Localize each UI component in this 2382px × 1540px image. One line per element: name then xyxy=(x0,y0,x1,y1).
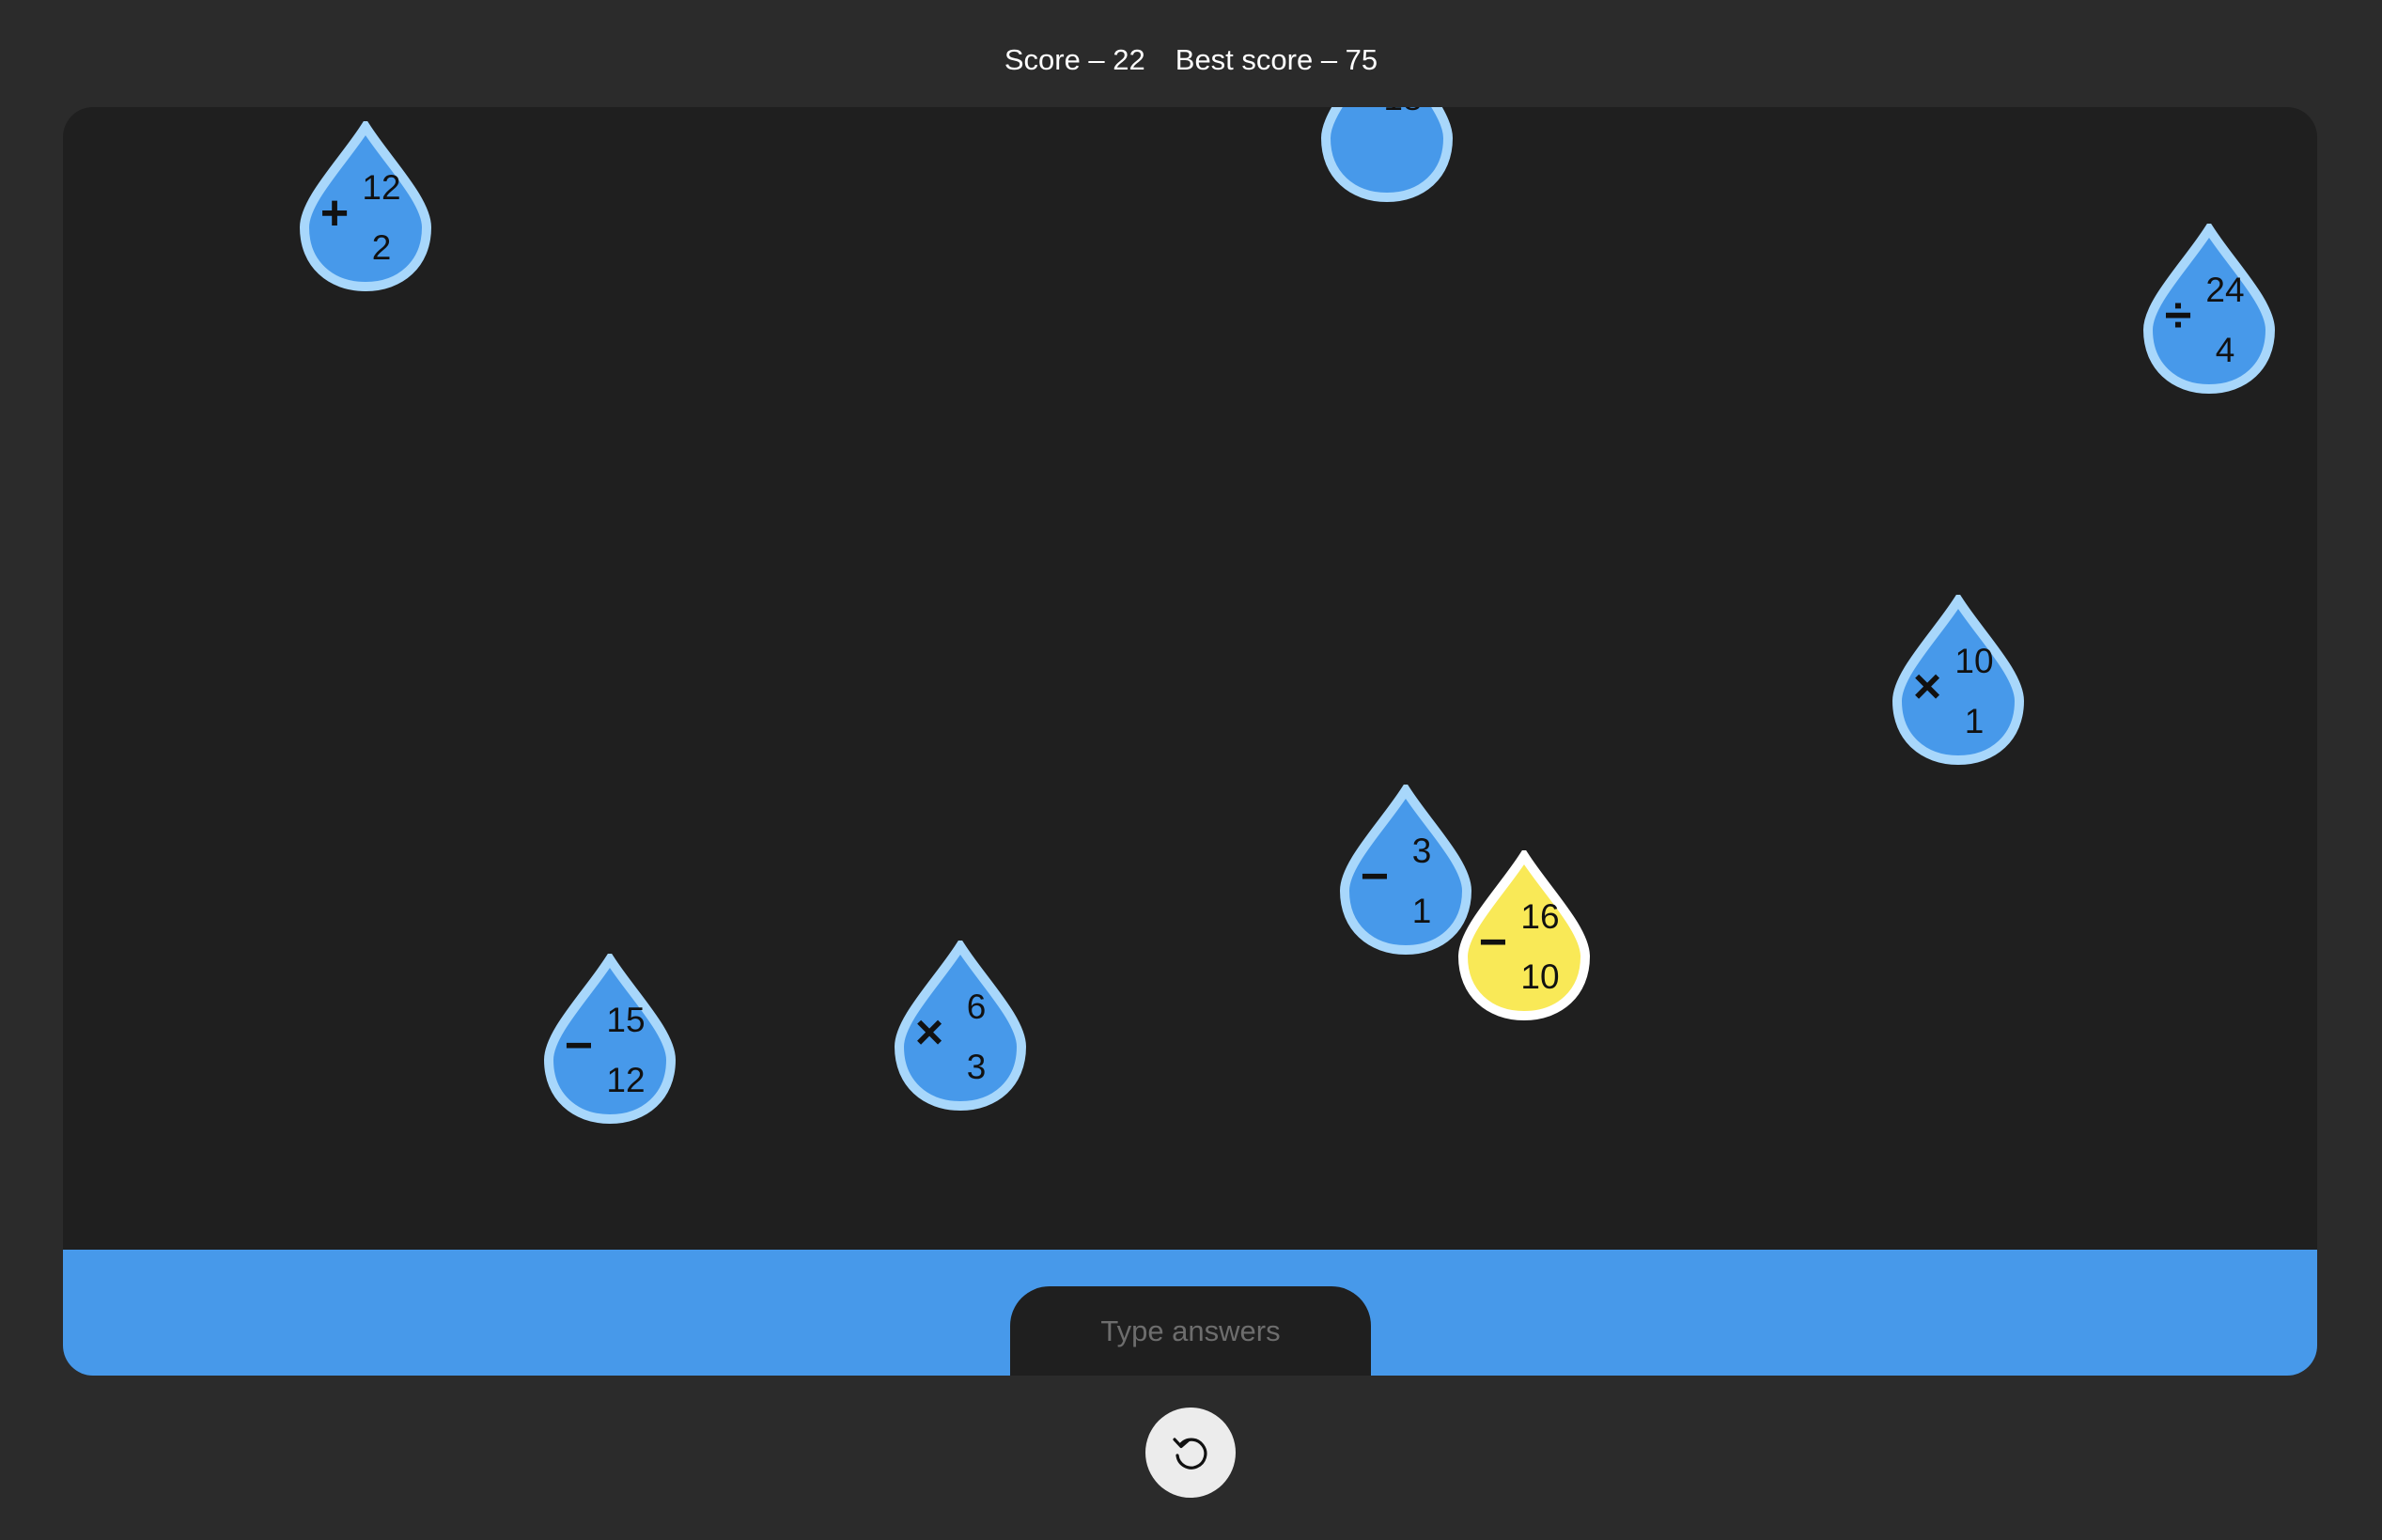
answer-input[interactable] xyxy=(1038,1301,1343,1361)
operator-symbol: ÷ xyxy=(2164,288,2192,343)
operator-symbol: + xyxy=(319,186,350,241)
raindrop-problem: ÷ 24 4 xyxy=(2142,224,2276,395)
raindrop-problem: 18 xyxy=(1320,107,1454,203)
first-operand: 16 xyxy=(1520,897,1560,936)
second-operand: 4 xyxy=(2215,331,2235,369)
first-operand: 6 xyxy=(966,988,987,1026)
raindrop-problem: × 10 1 xyxy=(1892,595,2025,766)
score-label: Score – 22 xyxy=(1004,43,1145,76)
drop-shape xyxy=(1320,107,1454,203)
second-operand: 10 xyxy=(1520,957,1560,996)
second-operand: 1 xyxy=(1411,892,1432,930)
water-surface xyxy=(63,1250,2317,1376)
restart-icon xyxy=(1173,1438,1207,1470)
score-bar: Score – 22 Best score – 75 xyxy=(0,39,2382,81)
operator-symbol: − xyxy=(1360,849,1390,904)
operator-symbol: × xyxy=(914,1005,944,1060)
game-board: 18 + 12 2 ÷ 24 4 × 10 1 − 3 1 − 16 10 − … xyxy=(63,107,2317,1376)
first-operand: 24 xyxy=(2205,271,2245,309)
operator-symbol: − xyxy=(564,1019,594,1073)
best-score-label: Best score – 75 xyxy=(1175,43,1378,76)
first-operand: 18 xyxy=(1375,107,1431,118)
raindrop-problem: + 12 2 xyxy=(299,121,432,292)
second-operand: 1 xyxy=(1964,702,1985,740)
operator-symbol: − xyxy=(1478,915,1508,970)
raindrop-problem: − 15 12 xyxy=(543,954,677,1125)
first-operand: 10 xyxy=(1954,642,1994,680)
second-operand: 12 xyxy=(606,1061,646,1099)
answer-box xyxy=(1010,1286,1371,1376)
raindrop-problem: − 3 1 xyxy=(1339,785,1472,956)
raindrop-problem-highlighted: − 16 10 xyxy=(1457,850,1591,1021)
first-operand: 15 xyxy=(606,1001,646,1039)
second-operand: 3 xyxy=(966,1048,987,1086)
raindrop-problem: × 6 3 xyxy=(894,941,1027,1112)
restart-button[interactable] xyxy=(1145,1408,1236,1498)
second-operand: 2 xyxy=(371,228,392,267)
first-operand: 3 xyxy=(1411,832,1432,870)
operator-symbol: × xyxy=(1912,660,1942,714)
first-operand: 12 xyxy=(362,168,401,207)
